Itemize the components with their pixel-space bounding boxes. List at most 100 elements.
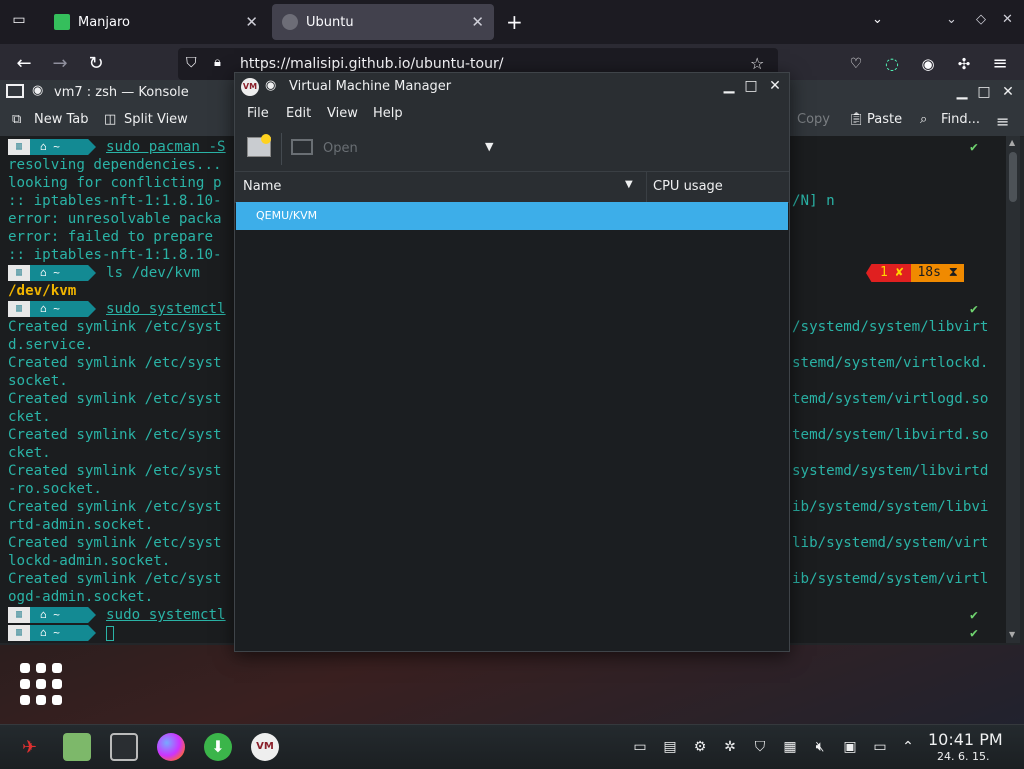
new-vm-button[interactable] [247, 134, 271, 157]
close-icon[interactable]: ✕ [471, 13, 484, 31]
home-path-segment: ⌂ ~ [30, 625, 96, 641]
column-name[interactable]: Name [243, 179, 281, 194]
new-vm-icon [261, 134, 271, 144]
url-text[interactable]: https://malisipi.github.io/ubuntu-tour/ [240, 56, 503, 72]
terminal-line-tail: /systemd/system/libvirt [792, 319, 989, 335]
vmm-toolbar: Open ▼ [235, 127, 789, 171]
terminal-line: Created symlink /etc/syst [8, 355, 222, 371]
storage-icon[interactable]: ▤ [660, 737, 680, 757]
minimize-icon[interactable]: ⌄ [946, 12, 957, 27]
scroll-down-icon[interactable]: ▼ [1009, 630, 1015, 639]
home-path-segment: ⌂ ~ [30, 265, 96, 281]
menu-edit[interactable]: Edit [286, 106, 311, 121]
scroll-thumb[interactable] [1009, 152, 1017, 202]
maximize-icon[interactable]: □ [743, 78, 759, 94]
bluetooth-icon[interactable]: ✲ [720, 737, 740, 757]
forward-icon[interactable]: → [48, 52, 72, 76]
shell-prompt: ▥ ⌂ ~ sudo systemctl [8, 607, 226, 623]
terminal-line: Created symlink /etc/syst [8, 499, 222, 515]
terminal-line: cket. [8, 445, 51, 461]
menu-view[interactable]: View [327, 106, 358, 121]
new-tab-button[interactable]: + [506, 10, 523, 34]
maximize-icon[interactable]: ◇ [976, 12, 986, 27]
close-icon[interactable]: ✕ [1000, 84, 1016, 100]
network-icon[interactable]: ⚙ [690, 737, 710, 757]
terminal-line: lockd-admin.socket. [8, 553, 171, 569]
tab-manjaro[interactable]: Manjaro ✕ [44, 4, 268, 40]
minimize-icon[interactable]: ▁ [721, 78, 737, 94]
terminal-scrollbar[interactable]: ▲ ▼ [1006, 136, 1020, 643]
open-button[interactable]: Open [323, 141, 358, 156]
tracking-shield-icon[interactable]: ⛉ [186, 55, 197, 71]
error-status-badge: 1 ✘ 18s ⧗ [866, 264, 964, 282]
back-icon[interactable]: ← [12, 52, 36, 76]
pocket-icon[interactable]: ♡ [844, 52, 868, 76]
home-path-segment: ⌂ ~ [30, 139, 96, 155]
reload-icon[interactable]: ↻ [84, 52, 108, 76]
virt-manager-icon[interactable]: VM [251, 733, 279, 761]
clock-time[interactable]: 10:41 PM [928, 730, 1003, 749]
virt-manager-icon: VM [241, 78, 259, 96]
account-icon[interactable]: ◉ [916, 52, 940, 76]
terminal-line: Created symlink /etc/syst [8, 571, 222, 587]
minimize-icon[interactable]: ▁ [954, 84, 970, 100]
lock-icon[interactable]: 🔒︎ [214, 55, 221, 70]
save-icon[interactable]: ▣ [840, 737, 860, 757]
paste-button[interactable]: Paste [867, 112, 902, 127]
command-output: /dev/kvm [8, 283, 77, 299]
volume-muted-icon[interactable]: 🔇︎ [810, 737, 830, 757]
monitor-icon [291, 139, 313, 155]
display-icon[interactable]: ▭ [870, 737, 890, 757]
tab-title: Ubuntu [306, 14, 354, 30]
application-launcher-icon[interactable]: ✈ [22, 737, 37, 758]
maximize-icon[interactable]: □ [976, 84, 992, 100]
connection-row[interactable]: QEMU/KVM [236, 202, 788, 230]
menu-help[interactable]: Help [373, 106, 403, 121]
column-cpu-usage[interactable]: CPU usage [653, 179, 723, 194]
list-tabs-icon[interactable]: ⌄ [872, 12, 883, 27]
update-shield-icon[interactable]: ⛉ [750, 737, 770, 757]
command-text: sudo systemctl [106, 607, 226, 623]
manjaro-icon [54, 14, 70, 30]
pin-icon[interactable]: ◉ [265, 78, 276, 93]
sort-chevron-icon[interactable]: ▼ [625, 179, 633, 190]
new-tab-button[interactable]: New Tab [34, 112, 89, 127]
scroll-up-icon[interactable]: ▲ [1009, 138, 1015, 147]
tab-overview-icon[interactable]: ▭ [10, 12, 28, 30]
shell-prompt: ▥ ⌂ ~ [8, 625, 114, 641]
bookmark-star-icon[interactable]: ☆ [750, 54, 764, 73]
terminal-icon[interactable] [110, 733, 138, 761]
close-icon[interactable]: ✕ [767, 78, 783, 94]
new-tab-icon: ⧉ [12, 112, 22, 127]
chevron-down-icon[interactable]: ▼ [485, 140, 493, 153]
menu-icon[interactable]: ≡ [988, 52, 1012, 76]
extension-status-icon[interactable]: ◌ [880, 52, 904, 76]
app-grid-icon[interactable] [20, 663, 62, 705]
terminal-line: Created symlink /etc/syst [8, 427, 222, 443]
close-window-icon[interactable]: ✕ [1002, 12, 1013, 27]
terminal-line: cket. [8, 409, 51, 425]
chevron-up-icon[interactable]: ⌃ [898, 737, 918, 757]
success-check-icon: ✔ [970, 302, 978, 317]
command-text: sudo systemctl [106, 301, 226, 317]
terminal-line: ogd-admin.socket. [8, 589, 154, 605]
terminal-line: :: iptables-nft-1:1.8.10- [8, 193, 222, 209]
copy-button[interactable]: Copy [797, 112, 830, 127]
clock-date[interactable]: 24. 6. 15. [937, 750, 989, 763]
pin-icon[interactable]: ◉ [32, 83, 43, 98]
terminal-line-tail: ib/systemd/system/virtl [792, 571, 989, 587]
file-manager-icon[interactable] [63, 733, 91, 761]
browser-icon[interactable] [157, 733, 185, 761]
extensions-icon[interactable]: ✣ [952, 52, 976, 76]
tab-ubuntu[interactable]: Ubuntu ✕ [272, 4, 494, 40]
split-view-button[interactable]: Split View [124, 112, 188, 127]
show-desktop-icon[interactable]: ▭ [630, 737, 650, 757]
close-icon[interactable]: ✕ [245, 13, 258, 31]
terminal-line-tail: systemd/system/libvirtd [792, 463, 989, 479]
manjaro-icon: ▥ [8, 139, 30, 155]
download-icon[interactable]: ⬇ [204, 733, 232, 761]
find-button[interactable]: Find... [941, 112, 980, 127]
clipboard-icon[interactable]: ▦ [780, 737, 800, 757]
hamburger-menu-icon[interactable]: ≡ [996, 112, 1009, 131]
menu-file[interactable]: File [247, 106, 269, 121]
